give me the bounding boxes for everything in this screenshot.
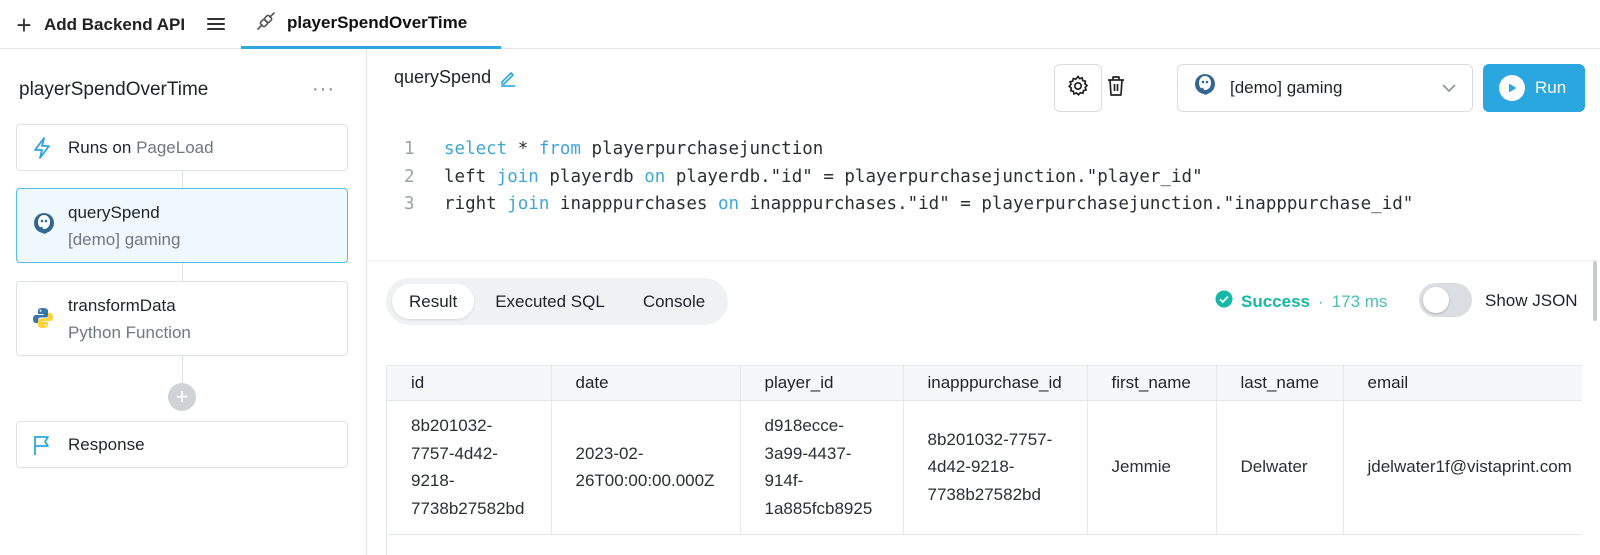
tab-player-spend-over-time[interactable]: playerSpendOverTime: [241, 0, 501, 49]
resource-select[interactable]: [demo] gaming: [1177, 64, 1473, 112]
table-cell: d918ecce- 3a99-4437- 914f- 1a885fcb8925: [740, 400, 904, 535]
query-name: querySpend: [394, 67, 492, 87]
workflow-title: playerSpendOverTime: [19, 79, 209, 100]
flag-icon: [31, 433, 53, 462]
line-number: 3: [404, 194, 415, 214]
trash-icon: [1105, 74, 1127, 103]
step-title: transformData: [68, 296, 176, 315]
sql-text: playerpurchasejunction: [580, 139, 824, 159]
plus-icon: +: [16, 10, 32, 40]
table-cell: 8b201032-7757- 4d42-9218- 7738b27582bd: [903, 400, 1088, 535]
sql-keyword: on: [717, 194, 740, 214]
run-button[interactable]: Run: [1483, 64, 1585, 112]
column-header-email[interactable]: email: [1343, 366, 1582, 401]
code-line: 3 right join inapppurchases on inapppurch…: [404, 191, 1413, 219]
postgres-icon: [31, 211, 57, 244]
code-line: 2 left join playerdb on playerdb."id" = p…: [404, 164, 1413, 192]
sql-keyword: on: [644, 166, 666, 187]
connector-line: [182, 263, 183, 281]
response-node[interactable]: Response: [16, 421, 348, 468]
code-line: 1 select * from playerpurchasejunction: [404, 136, 1413, 164]
step-query-spend[interactable]: querySpend [demo] gaming: [16, 188, 348, 263]
resource-name: [demo] gaming: [1230, 78, 1343, 97]
table-row[interactable]: 8b201032- 7757-4d42- 9218- 7738b27582bd 2…: [387, 400, 1582, 535]
table-header: id date player_id inapppurchase_id first_nam…: [387, 366, 1582, 401]
table-cell: jdelwater1f@vistaprint.com: [1343, 400, 1582, 535]
sql-text: playerdb."id" = playerpurchasejunction."…: [665, 166, 1203, 187]
tab-console[interactable]: Console: [626, 284, 722, 319]
sql-keyword: join: [507, 194, 550, 214]
sql-text: inapppurchases."id" = playerpurchasejunc…: [739, 194, 1414, 214]
sql-keyword: join: [496, 166, 539, 187]
line-number: 1: [404, 139, 415, 159]
check-circle-icon: [1215, 290, 1233, 313]
connector-line: [182, 171, 183, 188]
top-bar: + Add Backend API playerSpendOverTime: [0, 0, 1600, 49]
step-transform-data[interactable]: transformData Python Function: [16, 281, 348, 356]
python-icon: [31, 306, 55, 335]
query-editor-area: querySpend [demo] gaming Run 1 select * f…: [368, 49, 1600, 555]
step-title: querySpend: [68, 203, 160, 222]
sql-text: *: [507, 139, 539, 159]
show-json-toggle[interactable]: [1419, 283, 1472, 317]
step-subtitle: Python Function: [68, 323, 191, 342]
divider: [368, 260, 1600, 261]
postgres-icon: [1192, 72, 1218, 105]
run-label: Run: [1535, 78, 1567, 97]
table-cell: Jemmie: [1087, 400, 1217, 535]
add-backend-api-label: Add Backend API: [44, 15, 186, 34]
delete-button[interactable]: [1092, 64, 1140, 112]
lightning-icon: [31, 136, 53, 165]
table-cell: Delwater: [1216, 400, 1344, 535]
line-number: 2: [404, 166, 415, 187]
sql-text: left: [444, 166, 497, 187]
show-json-label: Show JSON: [1485, 291, 1578, 310]
column-header-id[interactable]: id: [387, 366, 552, 401]
sql-keyword: select: [444, 139, 508, 159]
table-cell: 8b201032- 7757-4d42- 9218- 7738b27582bd: [387, 400, 552, 535]
sql-text: right: [444, 194, 508, 214]
tab-executed-sql[interactable]: Executed SQL: [478, 284, 622, 319]
run-status: Success · 173 ms: [1215, 290, 1387, 313]
results-table: id date player_id inapppurchase_id first_nam…: [386, 365, 1582, 555]
column-header-last-name[interactable]: last_name: [1216, 366, 1344, 401]
trigger-node[interactable]: Runs on PageLoad: [16, 124, 348, 171]
gear-icon: [1066, 74, 1090, 103]
status-label: Success: [1241, 291, 1310, 311]
status-separator: ·: [1318, 291, 1324, 311]
sql-code-editor[interactable]: 1 select * from playerpurchasejunction 2 le…: [404, 136, 1413, 219]
api-link-icon: [255, 10, 277, 37]
add-step-button[interactable]: +: [168, 383, 196, 411]
sql-text: playerdb: [538, 166, 645, 187]
response-label: Response: [68, 435, 145, 454]
column-header-date[interactable]: date: [551, 366, 741, 401]
column-header-inapppurchase-id[interactable]: inapppurchase_id: [903, 366, 1088, 401]
column-header-first-name[interactable]: first_name: [1087, 366, 1217, 401]
add-backend-api-button[interactable]: + Add Backend API: [14, 11, 185, 39]
runs-on-value: PageLoad: [136, 138, 214, 157]
run-duration: 173 ms: [1331, 291, 1388, 311]
chevron-down-icon: [1440, 79, 1458, 102]
scrollbar[interactable]: [1593, 261, 1597, 321]
more-options-icon[interactable]: ···: [312, 79, 335, 99]
column-header-player-id[interactable]: player_id: [740, 366, 904, 401]
pencil-icon[interactable]: [499, 69, 517, 87]
play-icon: [1499, 75, 1525, 101]
tab-label: playerSpendOverTime: [287, 13, 468, 32]
tab-result[interactable]: Result: [392, 284, 475, 319]
connector-line: [182, 356, 183, 383]
workflow-panel: playerSpendOverTime ··· Runs on PageLoad…: [0, 49, 367, 555]
sql-keyword: from: [538, 139, 581, 159]
step-subtitle: [demo] gaming: [68, 230, 181, 249]
result-tabs: Result Executed SQL Console: [386, 278, 729, 325]
runs-on-label: Runs on: [68, 138, 132, 157]
table-cell: 2023-02- 26T00:00:00.000Z: [551, 400, 741, 535]
menu-icon[interactable]: [207, 15, 225, 33]
sql-text: inapppurchases: [549, 194, 718, 214]
